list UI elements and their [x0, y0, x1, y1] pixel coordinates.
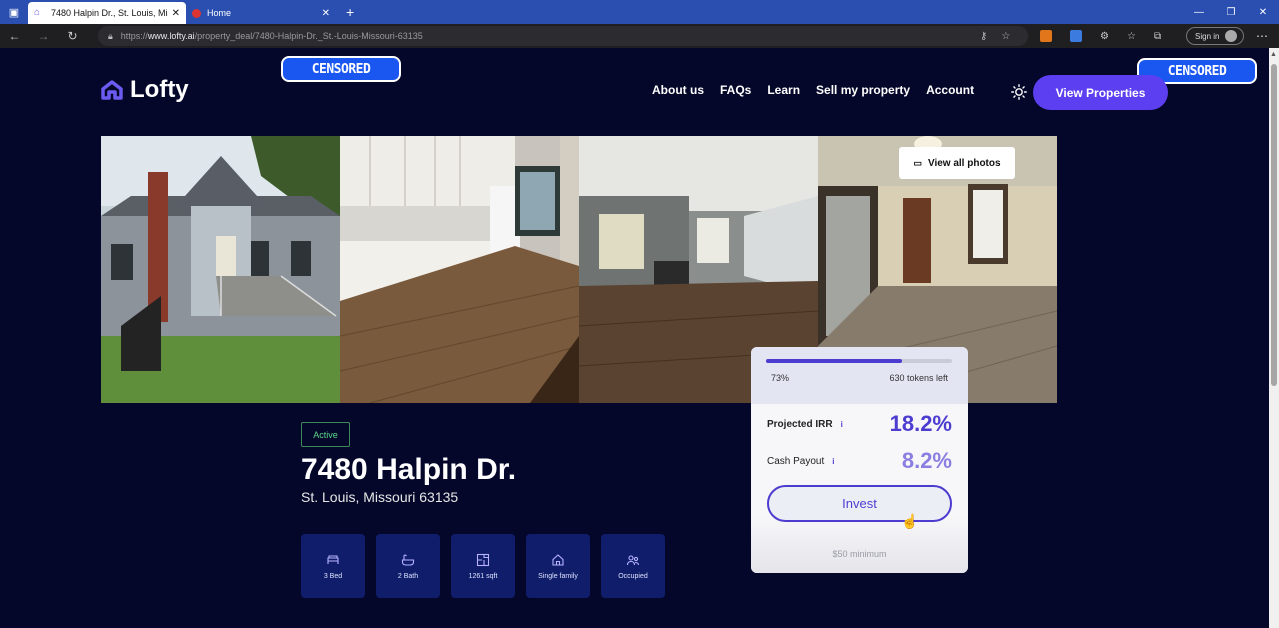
browser-tab-bar: ▣ ⌂ 7480 Halpin Dr., St. Louis, Misso ✕ …	[0, 0, 1279, 24]
feature-type: Single family	[526, 534, 590, 598]
property-city: St. Louis, Missouri 63135	[301, 489, 459, 505]
view-all-photos-label: View all photos	[927, 157, 1001, 169]
new-tab-icon[interactable]: +	[336, 4, 354, 20]
feature-bath: 2 Bath	[376, 534, 440, 598]
feature-label: Single family	[538, 572, 578, 580]
more-menu-icon[interactable]: ⋯	[1256, 29, 1268, 43]
hand-cursor-icon: ☝	[901, 513, 919, 529]
theme-toggle-sun-icon[interactable]	[1011, 84, 1027, 100]
restore-icon[interactable]: ❐	[1215, 7, 1247, 18]
url-prefix: https://	[120, 31, 148, 41]
property-address: 7480 Halpin Dr.	[301, 453, 517, 486]
address-bar[interactable]: 🔒︎ https:// www.lofty.ai /property_deal/…	[98, 26, 1028, 46]
favorite-star-icon[interactable]: ☆	[1001, 31, 1010, 42]
main-nav: About us FAQs Learn Sell my property Acc…	[652, 83, 974, 97]
tab-close-icon[interactable]: ✕	[318, 8, 330, 19]
view-properties-button[interactable]: View Properties	[1033, 75, 1168, 110]
feature-sqft: 1261 sqft	[451, 534, 515, 598]
scroll-up-icon[interactable]: ▲	[1270, 51, 1277, 58]
tab-home[interactable]: Home ✕	[186, 2, 336, 24]
key-icon[interactable]: ⚷	[980, 31, 987, 42]
view-all-photos-button[interactable]: ▭ View all photos	[899, 147, 1015, 179]
tab-title: 7480 Halpin Dr., St. Louis, Misso	[51, 8, 168, 18]
close-window-icon[interactable]: ✕	[1247, 7, 1279, 18]
lofty-logo[interactable]: Lofty	[101, 76, 189, 104]
progress-percent: 73%	[771, 373, 790, 383]
funding-progress: 73% 630 tokens left	[751, 347, 968, 404]
nav-account[interactable]: Account	[926, 83, 974, 97]
invest-button[interactable]: Invest	[767, 485, 952, 522]
minimum-investment: $50 minimum	[832, 549, 887, 559]
url-host: www.lofty.ai	[147, 31, 195, 41]
avatar	[1225, 30, 1238, 42]
info-icon[interactable]: i	[832, 457, 834, 466]
payout-label: Cash Payout	[767, 456, 825, 467]
back-icon[interactable]: ←	[0, 29, 29, 43]
progress-fill	[766, 359, 902, 363]
feature-occupancy: Occupied	[601, 534, 665, 598]
window-menu-icon[interactable]: ▣	[0, 0, 28, 24]
payout-row: Cash Payout i	[767, 456, 835, 467]
floorplan-icon	[476, 553, 490, 566]
metamask-extension-icon[interactable]	[1040, 30, 1052, 42]
property-features: 3 Bed 2 Bath 1261 sqft Single family Occ…	[301, 534, 665, 598]
feature-label: 3 Bed	[323, 572, 343, 580]
page-scrollbar[interactable]: ▲	[1269, 48, 1279, 628]
info-icon[interactable]: i	[841, 420, 843, 429]
collections-icon[interactable]: ⧉	[1154, 31, 1161, 42]
tokens-left: 630 tokens left	[889, 373, 948, 383]
feature-label: 2 Bath	[397, 572, 419, 580]
image-icon: ▭	[913, 157, 922, 168]
feature-bed: 3 Bed	[301, 534, 365, 598]
home-favicon-icon	[192, 8, 201, 18]
funding-progress-bar	[766, 359, 952, 363]
tab-lofty[interactable]: ⌂ 7480 Halpin Dr., St. Louis, Misso ✕	[28, 2, 186, 24]
censored-label: CENSORED	[281, 56, 401, 82]
feature-label: 1261 sqft	[468, 572, 498, 580]
irr-row: Projected IRR i	[767, 419, 843, 430]
lock-icon: 🔒︎	[108, 30, 113, 41]
favorites-icon[interactable]: ☆	[1127, 31, 1136, 42]
status-badge: Active	[301, 422, 350, 447]
minimize-icon[interactable]: —	[1183, 7, 1215, 18]
nav-about-us[interactable]: About us	[652, 83, 704, 97]
card-footer-bg	[751, 517, 968, 573]
url-path: /property_deal/7480-Halpin-Dr._St.-Louis…	[194, 31, 423, 41]
invest-card: 73% 630 tokens left Projected IRR i 18.2…	[751, 347, 968, 573]
nav-sell-my-property[interactable]: Sell my property	[816, 83, 910, 97]
lofty-favicon-icon: ⌂	[34, 7, 41, 18]
photo-exterior[interactable]	[101, 136, 340, 403]
payout-value: 8.2%	[901, 448, 952, 473]
lofty-logo-icon	[101, 80, 123, 100]
extensions-icon[interactable]: ⚙	[1100, 31, 1109, 42]
house-icon	[552, 553, 564, 566]
bath-icon	[401, 553, 415, 566]
irr-label: Projected IRR	[767, 419, 833, 430]
window-controls: — ❐ ✕	[1183, 7, 1279, 18]
scrollbar-thumb[interactable]	[1271, 64, 1277, 386]
sign-in-label: Sign in	[1195, 31, 1220, 41]
logo-text: Lofty	[130, 76, 189, 103]
browser-toolbar: ← → ↻ 🔒︎ https:// www.lofty.ai /property…	[0, 24, 1279, 48]
irr-value: 18.2%	[889, 411, 952, 436]
people-icon	[626, 554, 640, 565]
feature-label: Occupied	[618, 572, 648, 580]
shield-extension-icon[interactable]	[1070, 30, 1082, 42]
sign-in-button[interactable]: Sign in	[1186, 27, 1244, 45]
photo-kitchen[interactable]	[340, 136, 579, 403]
site-header: Lofty CENSORED CENSORED About us FAQs Le…	[0, 48, 1269, 132]
nav-faqs[interactable]: FAQs	[720, 83, 751, 97]
tab-title: Home	[207, 8, 232, 18]
refresh-icon[interactable]: ↻	[58, 29, 87, 43]
nav-learn[interactable]: Learn	[767, 83, 800, 97]
forward-icon[interactable]: →	[29, 29, 58, 43]
tab-close-icon[interactable]: ✕	[168, 8, 180, 19]
bed-icon	[327, 554, 339, 564]
